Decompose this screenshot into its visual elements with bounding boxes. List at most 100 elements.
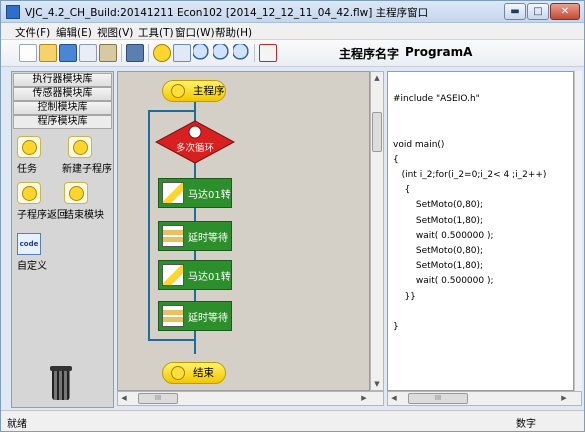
code-line: { [393, 154, 399, 165]
scroll-up-icon[interactable]: ▲ [371, 72, 383, 84]
module-label: 子程序返回 [17, 210, 67, 221]
menu-window[interactable]: 窗口(W) [175, 25, 215, 40]
code-line: SetMoto(0,80); [393, 246, 484, 256]
code-line: (int i_2;for(i_2=0;i_2< 4 ;i_2++) [393, 170, 547, 180]
tab-control-library[interactable]: 控制模块库 [13, 101, 112, 115]
paste-icon[interactable] [99, 44, 117, 62]
start-label: 主程序 [193, 85, 225, 97]
toolbar: 主程序名字 ProgramA [1, 40, 584, 67]
hourglass-icon [162, 225, 184, 247]
scroll-thumb[interactable] [372, 112, 382, 152]
zoom-reset-icon[interactable] [233, 44, 251, 62]
zoom-out-icon[interactable] [213, 44, 231, 62]
code-vertical-scrollbar[interactable] [574, 71, 582, 391]
flow-canvas[interactable]: 主程序 多次循环 马达01转 延时等待 马达01转 延时等待 结束 [117, 71, 370, 391]
custom-code-icon: code [17, 233, 41, 255]
canvas-horizontal-scrollbar[interactable]: ◀ III ▶ [117, 391, 384, 406]
code-view[interactable]: #include "ASEIO.h" void main() { (int i_2;… [387, 71, 574, 391]
code-line: { [393, 185, 411, 196]
download-icon[interactable] [259, 44, 277, 62]
loop-connector [148, 339, 195, 341]
menu-bar: 文件(F) 编辑(E) 视图(V) 工具(T) 窗口(W) 帮助(H) [1, 23, 584, 40]
smiley-icon[interactable] [153, 44, 171, 62]
module-end[interactable]: 结束模块 [64, 182, 114, 221]
menu-edit[interactable]: 编辑(E) [56, 25, 92, 40]
run-icon[interactable] [126, 44, 144, 62]
motor-icon [162, 182, 184, 204]
smiley-icon [171, 366, 185, 380]
menu-help[interactable]: 帮助(H) [215, 25, 252, 40]
scroll-right-icon[interactable]: ▶ [358, 392, 370, 405]
tab-program-library[interactable]: 程序模块库 [13, 115, 112, 129]
menu-file[interactable]: 文件(F) [15, 25, 50, 40]
copy-icon[interactable] [79, 44, 97, 62]
app-window: VJC_4.2_CH_Build:20141211 Econ102 [2014_… [0, 0, 585, 432]
maximize-button[interactable]: □ [527, 3, 549, 20]
code-line: }} [393, 291, 416, 302]
tab-actuator-library[interactable]: 执行器模块库 [13, 73, 112, 87]
toolbar-separator [254, 44, 255, 62]
menu-tools[interactable]: 工具(T) [138, 25, 174, 40]
hourglass-icon [162, 305, 184, 327]
end-module-icon [64, 182, 88, 204]
toolbar-separator [148, 44, 149, 62]
loop-connector [148, 110, 195, 112]
view-icon[interactable] [173, 44, 191, 62]
module-label: 自定义 [17, 261, 47, 272]
module-custom[interactable]: code 自定义 [17, 233, 67, 272]
scroll-thumb[interactable]: III [138, 393, 178, 404]
status-text: 就绪 [7, 419, 27, 430]
menu-view[interactable]: 视图(V) [97, 25, 133, 40]
save-icon[interactable] [59, 44, 77, 62]
start-block[interactable]: 主程序 [162, 80, 226, 102]
motor-icon [162, 264, 184, 286]
scroll-left-icon[interactable]: ◀ [118, 392, 130, 405]
loop-icon [188, 125, 202, 139]
status-bar: 就绪 数字 [1, 410, 584, 431]
code-horizontal-scrollbar[interactable]: ◀ III ▶ [387, 391, 582, 406]
loop-block[interactable]: 多次循环 [155, 120, 235, 164]
flow-block-wait[interactable]: 延时等待 [158, 301, 232, 331]
block-label: 马达01转 [188, 272, 231, 283]
module-label: 任务 [17, 164, 37, 175]
zoom-in-icon[interactable] [193, 44, 211, 62]
code-line: } [393, 322, 399, 332]
code-line: wait( 0.500000 ); [393, 230, 494, 241]
code-line: SetMoto(0,80); [393, 200, 484, 211]
block-label: 延时等待 [188, 233, 228, 244]
open-folder-icon[interactable] [39, 44, 57, 62]
trash-icon[interactable] [50, 366, 72, 400]
code-line: wait( 0.500000 ); [393, 276, 494, 287]
new-subroutine-icon [68, 136, 92, 158]
scroll-right-icon[interactable]: ▶ [558, 392, 570, 405]
subroutine-return-icon [17, 182, 41, 204]
module-label: 新建子程序 [62, 164, 112, 175]
block-label: 延时等待 [188, 313, 228, 324]
flow-block-motor[interactable]: 马达01转 [158, 260, 232, 290]
scroll-thumb[interactable]: III [408, 393, 468, 404]
flow-block-wait[interactable]: 延时等待 [158, 221, 232, 251]
block-label: 马达01转 [188, 190, 231, 201]
module-label: 结束模块 [64, 210, 104, 221]
tab-sensor-library[interactable]: 传感器模块库 [13, 87, 112, 101]
module-subroutine-return[interactable]: 子程序返回 [17, 182, 67, 221]
code-line: void main() [393, 139, 445, 150]
module-new-subroutine[interactable]: 新建子程序 [62, 136, 112, 175]
program-name-field[interactable]: ProgramA [405, 45, 472, 59]
close-button[interactable]: ✕ [550, 3, 580, 20]
canvas-vertical-scrollbar[interactable]: ▲ ▼ [370, 71, 384, 391]
minimize-button[interactable]: ▬ [504, 3, 526, 20]
end-block[interactable]: 结束 [162, 362, 226, 384]
program-name-label: 主程序名字 [339, 47, 400, 61]
status-mode: 数字 [516, 419, 536, 430]
smiley-icon [171, 84, 185, 98]
module-task[interactable]: 任务 [17, 136, 67, 175]
scroll-down-icon[interactable]: ▼ [371, 378, 383, 390]
window-title: VJC_4.2_CH_Build:20141211 Econ102 [2014_… [25, 7, 429, 19]
scroll-left-icon[interactable]: ◀ [388, 392, 400, 405]
task-icon [17, 136, 41, 158]
flow-block-motor[interactable]: 马达01转 [158, 178, 232, 208]
loop-label: 多次循环 [176, 142, 214, 154]
module-library-panel: 执行器模块库 传感器模块库 控制模块库 程序模块库 任务 新建子程序 子程序返回… [11, 71, 114, 408]
new-file-icon[interactable] [19, 44, 37, 62]
